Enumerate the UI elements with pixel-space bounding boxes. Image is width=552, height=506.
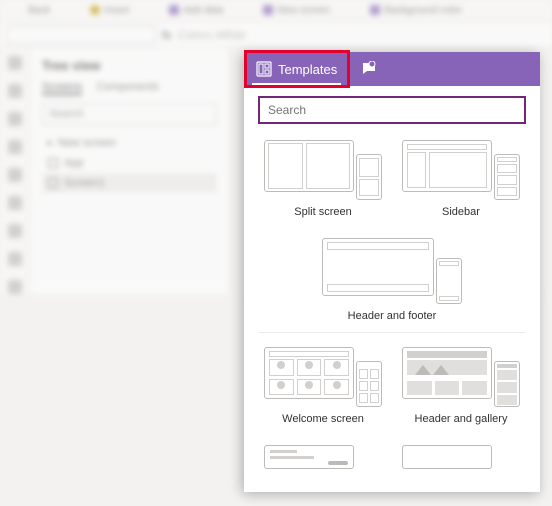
formula-value[interactable]: Colors.White [177, 28, 246, 42]
panel-body: Split screen Sidebar Header and footer [244, 86, 540, 492]
fx-icon: fx [162, 28, 171, 42]
template-section-scenarios: Welcome screen Header and gallery [258, 343, 526, 483]
template-thumb [264, 441, 382, 467]
tree-tab-screens[interactable]: Screens [42, 81, 82, 95]
property-selector[interactable] [6, 26, 156, 44]
template-welcome-screen[interactable]: Welcome screen [264, 343, 382, 425]
template-thumb [264, 136, 382, 200]
tab-copilot[interactable] [349, 52, 389, 86]
tree-tab-components[interactable]: Components [96, 81, 158, 95]
templates-panel: Templates Split screen Sidebar [244, 52, 540, 492]
chat-icon [361, 61, 377, 77]
rail-icon[interactable] [8, 84, 22, 98]
ribbon-add-data[interactable]: Add data [169, 5, 223, 16]
template-header-gallery[interactable]: Header and gallery [402, 343, 520, 425]
templates-icon [256, 61, 272, 77]
templates-search-input[interactable] [258, 96, 526, 124]
left-rail [0, 48, 30, 294]
tree-title: Tree view [42, 58, 217, 73]
template-label: Header and gallery [402, 413, 520, 425]
formula-bar: fx Colors.White [0, 22, 552, 48]
tree-item-screen1[interactable]: Screen1 [42, 173, 217, 193]
tree-item-app[interactable]: App [42, 153, 217, 173]
rail-icon[interactable] [8, 56, 22, 70]
rail-icon[interactable] [8, 280, 22, 294]
rail-icon[interactable] [8, 224, 22, 238]
tree-item-new-screen[interactable]: New screen [42, 133, 217, 153]
template-thumb [402, 136, 520, 200]
rail-icon[interactable] [8, 196, 22, 210]
ribbon-new-screen[interactable]: New screen [263, 5, 330, 16]
tab-templates-label: Templates [278, 62, 337, 77]
template-partial[interactable] [264, 441, 382, 473]
ribbon-bg-color[interactable]: Background color [370, 5, 462, 16]
tree-view-panel: Tree view Screens Components New screen … [30, 48, 230, 294]
template-label: Split screen [264, 206, 382, 218]
template-partial-2[interactable] [402, 441, 520, 473]
template-thumb [402, 343, 520, 407]
template-split-screen[interactable]: Split screen [264, 136, 382, 218]
rail-icon[interactable] [8, 112, 22, 126]
ribbon-tabs: Back Insert Add data New screen Backgrou… [0, 0, 552, 22]
template-header-footer[interactable]: Header and footer [322, 234, 462, 322]
template-thumb [322, 234, 462, 304]
template-thumb [264, 343, 382, 407]
template-section-layouts: Split screen Sidebar Header and footer [258, 136, 526, 333]
rail-icon[interactable] [8, 168, 22, 182]
ribbon-back[interactable]: Back [14, 5, 50, 16]
tree-search-input[interactable] [42, 103, 217, 125]
template-sidebar[interactable]: Sidebar [402, 136, 520, 218]
tab-templates[interactable]: Templates [244, 52, 349, 86]
template-label: Sidebar [402, 206, 520, 218]
template-label: Header and footer [322, 310, 462, 322]
panel-tabstrip: Templates [244, 52, 540, 86]
ribbon-insert[interactable]: Insert [90, 5, 129, 16]
template-label: Welcome screen [264, 413, 382, 425]
rail-icon[interactable] [8, 252, 22, 266]
template-thumb [402, 441, 520, 467]
rail-icon[interactable] [8, 140, 22, 154]
